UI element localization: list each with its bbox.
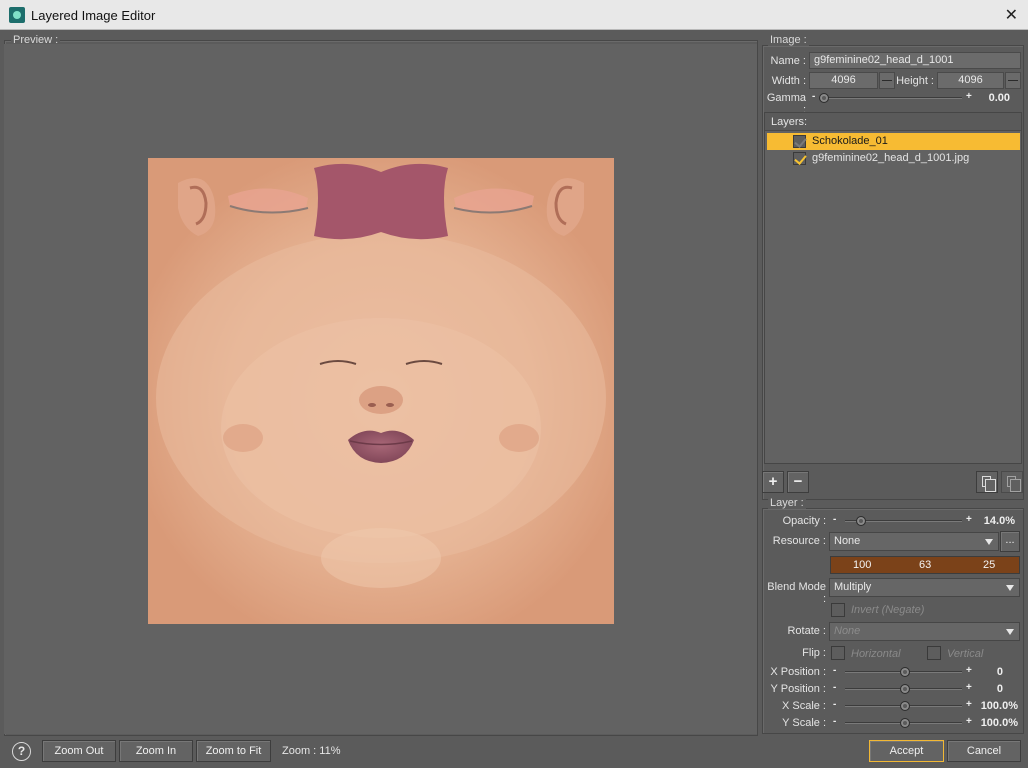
blend-mode-value: Multiply xyxy=(834,581,872,593)
y-scale-plus[interactable]: + xyxy=(966,716,972,727)
texture-preview-image xyxy=(148,158,614,624)
paste-icon xyxy=(1007,476,1021,492)
layers-list[interactable]: Layers: Schokolade_01 g9feminine02_head_… xyxy=(764,112,1022,464)
cancel-button[interactable]: Cancel xyxy=(947,740,1021,762)
x-position-value: 0 xyxy=(996,666,1003,678)
close-icon[interactable]: ✕ xyxy=(1005,5,1018,25)
flip-horizontal-checkbox[interactable] xyxy=(831,646,845,660)
app-icon xyxy=(9,7,25,23)
invert-label: Invert (Negate) xyxy=(851,604,925,616)
zoom-to-fit-button[interactable]: Zoom to Fit xyxy=(196,740,271,762)
chevron-down-icon xyxy=(1006,585,1014,591)
add-layer-button[interactable]: + xyxy=(762,471,784,493)
window-title: Layered Image Editor xyxy=(31,8,156,23)
color-red-value: 100 xyxy=(853,559,872,571)
y-position-slider-handle[interactable] xyxy=(900,684,910,694)
x-position-slider-handle[interactable] xyxy=(900,667,910,677)
chevron-down-icon xyxy=(1006,629,1014,635)
y-scale-slider-handle[interactable] xyxy=(900,718,910,728)
gamma-value: 0.00 xyxy=(988,92,1010,104)
zoom-level-text: Zoom : 11% xyxy=(282,745,341,757)
name-label: Name : xyxy=(770,55,806,67)
zoom-out-button[interactable]: Zoom Out xyxy=(42,740,116,762)
layer-visibility-checkbox[interactable] xyxy=(793,152,806,165)
image-group-label: Image : xyxy=(768,34,809,46)
gamma-minus[interactable]: - xyxy=(812,91,815,102)
y-scale-minus[interactable]: - xyxy=(833,716,836,727)
x-scale-slider-handle[interactable] xyxy=(900,701,910,711)
paste-layer-button[interactable] xyxy=(1001,471,1023,493)
chevron-down-icon xyxy=(985,539,993,545)
zoom-in-button[interactable]: Zoom In xyxy=(119,740,193,762)
resource-browse-button[interactable]: ... xyxy=(1000,531,1020,552)
y-position-minus[interactable]: - xyxy=(833,682,836,693)
gamma-plus[interactable]: + xyxy=(966,91,972,102)
gamma-slider[interactable] xyxy=(822,97,962,99)
resource-dropdown[interactable]: None xyxy=(829,532,999,551)
layer-item-schokolade[interactable]: Schokolade_01 xyxy=(767,133,1020,150)
resource-label: Resource : xyxy=(772,535,826,547)
copy-layer-button[interactable] xyxy=(976,471,998,493)
y-position-value: 0 xyxy=(996,683,1003,695)
flip-vertical-label: Vertical xyxy=(947,648,984,660)
invert-checkbox[interactable] xyxy=(831,603,845,617)
x-scale-label: X Scale : xyxy=(781,700,826,712)
copy-icon xyxy=(982,476,996,492)
rotate-dropdown[interactable]: None xyxy=(829,622,1020,641)
x-scale-minus[interactable]: - xyxy=(833,699,836,710)
help-icon[interactable]: ? xyxy=(12,742,31,761)
y-position-plus[interactable]: + xyxy=(966,682,972,693)
rotate-value: None xyxy=(834,625,861,637)
title-bar: Layered Image Editor ✕ xyxy=(0,0,1028,30)
height-stepper[interactable] xyxy=(1005,72,1021,89)
opacity-minus[interactable]: - xyxy=(833,514,836,525)
layer-name: g9feminine02_head_d_1001.jpg xyxy=(812,152,970,164)
opacity-value: 14.0% xyxy=(983,515,1015,527)
layers-header: Layers: xyxy=(765,113,1021,131)
height-field[interactable]: 4096 xyxy=(937,72,1004,89)
layer-name: Schokolade_01 xyxy=(812,135,888,147)
width-field[interactable]: 4096 xyxy=(809,72,878,89)
blend-mode-dropdown[interactable]: Multiply xyxy=(829,578,1020,597)
x-position-label: X Position : xyxy=(770,666,826,678)
color-blue-value: 25 xyxy=(983,559,996,571)
face-texture-svg xyxy=(148,158,614,624)
flip-vertical-checkbox[interactable] xyxy=(927,646,941,660)
layer-item-base-texture[interactable]: g9feminine02_head_d_1001.jpg xyxy=(767,150,1020,167)
color-green-value: 63 xyxy=(919,559,932,571)
remove-layer-button[interactable]: − xyxy=(787,471,809,493)
x-position-minus[interactable]: - xyxy=(833,665,836,676)
layers-header-label: Layers: xyxy=(771,116,808,128)
opacity-plus[interactable]: + xyxy=(966,514,972,525)
y-scale-value: 100.0% xyxy=(980,717,1018,729)
layer-group-label: Layer : xyxy=(768,497,806,509)
name-field[interactable]: g9feminine02_head_d_1001 xyxy=(809,52,1021,69)
height-label: Height : xyxy=(896,75,934,87)
rotate-label: Rotate : xyxy=(787,625,826,637)
flip-horizontal-label: Horizontal xyxy=(851,648,901,660)
y-scale-label: Y Scale : xyxy=(782,717,826,729)
width-stepper[interactable] xyxy=(879,72,895,89)
x-scale-plus[interactable]: + xyxy=(966,699,972,710)
gamma-slider-handle[interactable] xyxy=(819,93,829,103)
blend-mode-label: Blend Mode : xyxy=(767,581,826,605)
x-scale-value: 100.0% xyxy=(980,700,1018,712)
y-position-label: Y Position : xyxy=(770,683,826,695)
accept-button[interactable]: Accept xyxy=(869,740,944,762)
flip-label: Flip : xyxy=(802,647,826,659)
resource-value: None xyxy=(834,535,861,547)
layer-visibility-checkbox[interactable] xyxy=(793,135,806,148)
opacity-label: Opacity : xyxy=(782,515,826,527)
width-label: Width : xyxy=(771,75,806,87)
layer-color-swatch[interactable]: 100 63 25 xyxy=(830,556,1020,574)
x-position-plus[interactable]: + xyxy=(966,665,972,676)
